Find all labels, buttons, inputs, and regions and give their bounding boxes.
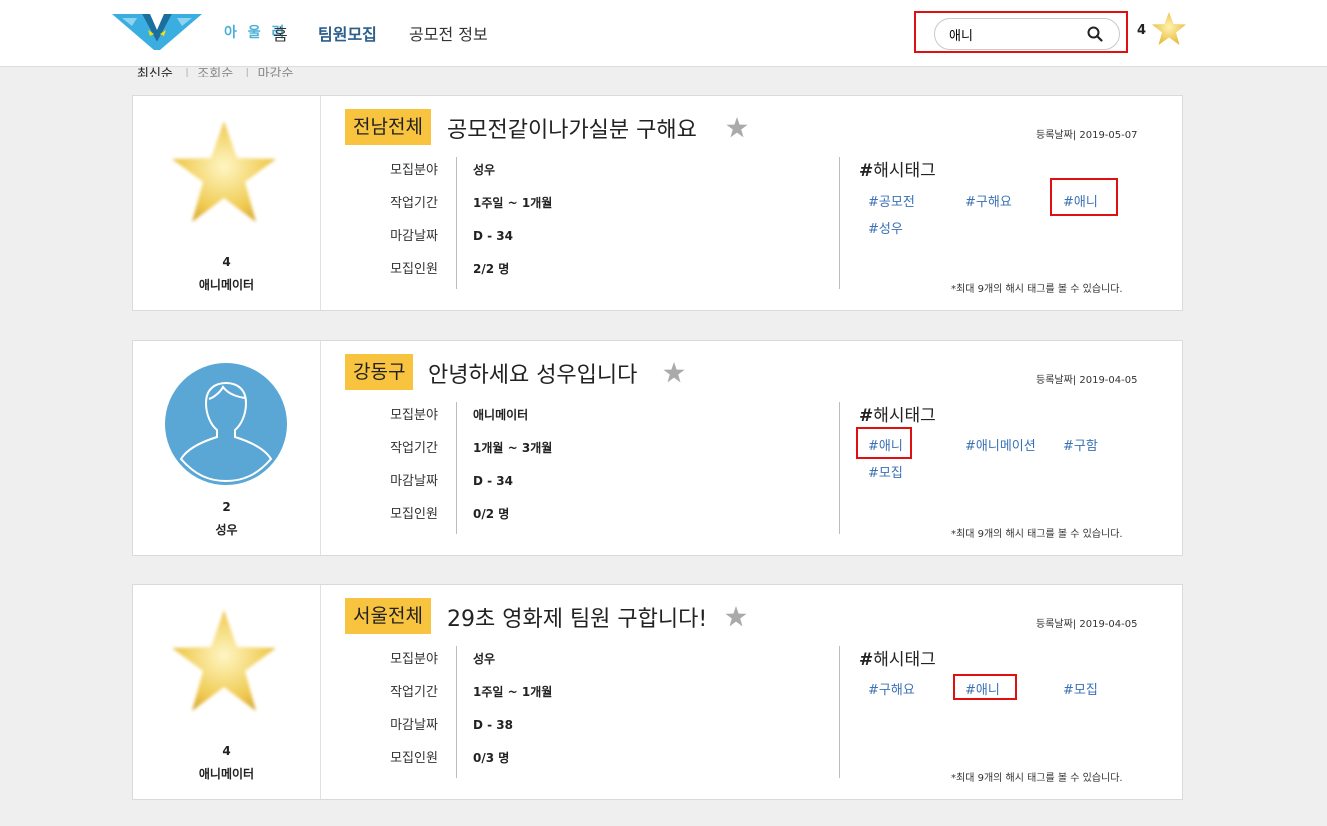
search-icon[interactable] bbox=[1086, 25, 1104, 43]
info-labels: 모집분야 작업기간 마감날짜 모집인원 bbox=[373, 403, 455, 535]
post-title[interactable]: 29초 영화제 팀원 구합니다! bbox=[447, 601, 707, 633]
value-field: 성우 bbox=[473, 163, 496, 177]
hashtag-link[interactable]: #공모전 bbox=[868, 191, 915, 210]
hashtag-link[interactable]: #모집 bbox=[1063, 679, 1098, 698]
hashtag-note: *최대 9개의 해시 태그를 볼 수 있습니다. bbox=[951, 284, 1123, 295]
divider bbox=[839, 157, 840, 289]
sort-views[interactable]: 조회순 bbox=[197, 67, 233, 77]
bookmark-star-icon[interactable] bbox=[663, 362, 685, 383]
hashtag-heading: #해시태그 bbox=[859, 650, 936, 670]
reg-date: 등록날짜| 2019-04-05 bbox=[1036, 619, 1138, 630]
recruit-card[interactable]: 2 성우 강동구 안녕하세요 성우입니다 등록날짜| 2019-04-05 모집… bbox=[132, 340, 1183, 556]
writer-count: 4 bbox=[222, 255, 231, 269]
star-avatar-icon bbox=[172, 610, 276, 711]
sort-latest[interactable]: 최신순 bbox=[137, 67, 173, 77]
nav-contest-info[interactable]: 공모전 정보 bbox=[409, 21, 488, 45]
nav-team-recruit[interactable]: 팀원모집 bbox=[318, 21, 377, 45]
value-deadline: D - 38 bbox=[473, 718, 513, 732]
hashtag-link[interactable]: #구함 bbox=[1063, 435, 1098, 454]
recruit-card[interactable]: 4 애니메이터 전남전체 공모전같이나가실분 구해요 등록날짜| 2019-05… bbox=[132, 95, 1183, 311]
star-avatar-icon bbox=[172, 121, 276, 222]
label-deadline: 마감날짜 bbox=[390, 474, 438, 489]
hashtag-note: *최대 9개의 해시 태그를 볼 수 있습니다. bbox=[951, 529, 1123, 540]
value-period: 1주일 ~ 1개월 bbox=[473, 685, 553, 699]
label-period: 작업기간 bbox=[390, 441, 438, 456]
info-labels: 모집분야 작업기간 마감날짜 모집인원 bbox=[373, 158, 455, 290]
label-deadline: 마감날짜 bbox=[390, 718, 438, 733]
writer-panel: 2 성우 bbox=[133, 341, 321, 555]
hashtag-link[interactable]: #성우 bbox=[868, 218, 903, 237]
region-badge: 전남전체 bbox=[345, 109, 431, 145]
hashtag-heading: #해시태그 bbox=[859, 406, 936, 426]
favorite-count: 4 bbox=[1137, 23, 1147, 38]
divider bbox=[456, 646, 457, 778]
post-title[interactable]: 공모전같이나가실분 구해요 bbox=[447, 112, 697, 144]
hashtag-note: *최대 9개의 해시 태그를 볼 수 있습니다. bbox=[951, 773, 1123, 784]
label-deadline: 마감날짜 bbox=[390, 229, 438, 244]
value-field: 성우 bbox=[473, 652, 496, 666]
writer-field: 애니메이터 bbox=[198, 767, 255, 781]
hashtag-link[interactable]: #애니메이션 bbox=[965, 435, 1036, 454]
label-field: 모집분야 bbox=[390, 163, 438, 178]
value-period: 1개월 ~ 3개월 bbox=[473, 441, 553, 455]
region-badge: 서울전체 bbox=[345, 598, 431, 634]
divider bbox=[456, 157, 457, 289]
top-header: 아 울 러 홈 팀원모집 공모전 정보 4 bbox=[0, 0, 1327, 67]
label-members: 모집인원 bbox=[390, 262, 438, 277]
reg-date: 등록날짜| 2019-05-07 bbox=[1036, 130, 1138, 141]
hashtag-link[interactable]: #구해요 bbox=[965, 191, 1012, 210]
label-period: 작업기간 bbox=[390, 196, 438, 211]
value-members: 2/2 명 bbox=[473, 262, 510, 276]
hashtag-link[interactable]: #모집 bbox=[868, 462, 903, 481]
value-deadline: D - 34 bbox=[473, 229, 513, 243]
nav-home[interactable]: 홈 bbox=[273, 21, 288, 45]
writer-field: 성우 bbox=[215, 523, 238, 537]
value-members: 0/3 명 bbox=[473, 751, 510, 765]
divider bbox=[839, 402, 840, 534]
info-values: 성우 1주일 ~ 1개월 D - 34 2/2 명 bbox=[473, 158, 673, 290]
writer-count: 4 bbox=[222, 744, 231, 758]
hashtag-link[interactable]: #구해요 bbox=[868, 679, 915, 698]
hashtag-link[interactable]: #애니 bbox=[965, 679, 1000, 698]
sort-bar: 최신순 | 조회순 | 마감순 bbox=[137, 63, 297, 77]
info-values: 애니메이터 1개월 ~ 3개월 D - 34 0/2 명 bbox=[473, 403, 673, 535]
reg-date: 등록날짜| 2019-04-05 bbox=[1036, 375, 1138, 386]
value-field: 애니메이터 bbox=[473, 408, 529, 422]
divider bbox=[456, 402, 457, 534]
label-field: 모집분야 bbox=[390, 652, 438, 667]
logo-icon[interactable] bbox=[112, 12, 202, 52]
hashtag-link[interactable]: #애니 bbox=[868, 435, 903, 454]
hashtag-heading: #해시태그 bbox=[859, 161, 936, 181]
label-members: 모집인원 bbox=[390, 751, 438, 766]
label-period: 작업기간 bbox=[390, 685, 438, 700]
user-avatar-icon bbox=[165, 363, 287, 485]
value-members: 0/2 명 bbox=[473, 507, 510, 521]
divider bbox=[839, 646, 840, 778]
writer-count: 2 bbox=[222, 500, 231, 514]
label-members: 모집인원 bbox=[390, 507, 438, 522]
bookmark-star-icon[interactable] bbox=[726, 117, 748, 138]
label-field: 모집분야 bbox=[390, 408, 438, 423]
post-title[interactable]: 안녕하세요 성우입니다 bbox=[428, 357, 637, 389]
region-badge: 강동구 bbox=[345, 354, 414, 390]
value-period: 1주일 ~ 1개월 bbox=[473, 196, 553, 210]
writer-panel: 4 애니메이터 bbox=[133, 96, 321, 310]
favorite-star-icon[interactable] bbox=[1150, 11, 1188, 47]
hashtag-link[interactable]: #애니 bbox=[1063, 191, 1098, 210]
recruit-card[interactable]: 4 애니메이터 서울전체 29초 영화제 팀원 구합니다! 등록날짜| 2019… bbox=[132, 584, 1183, 800]
sort-deadline[interactable]: 마감순 bbox=[258, 67, 294, 77]
writer-field: 애니메이터 bbox=[198, 278, 255, 292]
info-labels: 모집분야 작업기간 마감날짜 모집인원 bbox=[373, 647, 455, 779]
info-values: 성우 1주일 ~ 1개월 D - 38 0/3 명 bbox=[473, 647, 673, 779]
search-box bbox=[914, 11, 1128, 53]
bookmark-star-icon[interactable] bbox=[725, 606, 747, 627]
value-deadline: D - 34 bbox=[473, 474, 513, 488]
writer-panel: 4 애니메이터 bbox=[133, 585, 321, 799]
